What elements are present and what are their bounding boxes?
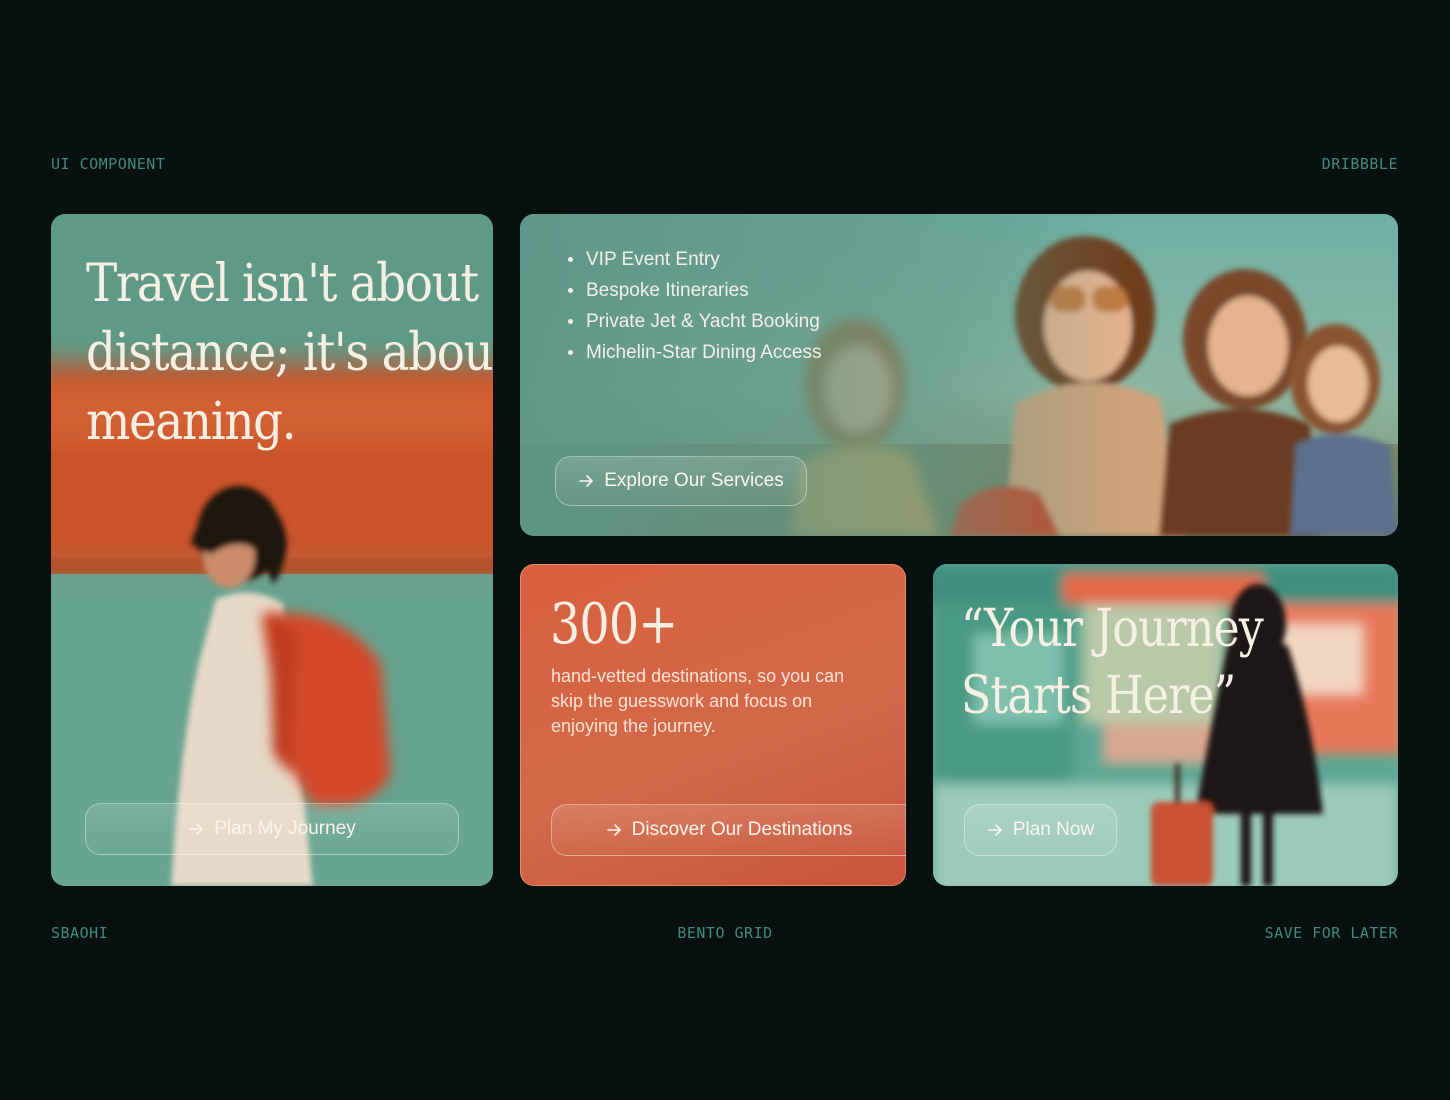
arrow-right-icon (579, 475, 594, 487)
list-item: Private Jet & Yacht Booking (566, 306, 821, 337)
discover-destinations-button[interactable]: Discover Our Destinations (551, 804, 906, 856)
services-card: VIP Event Entry Bespoke Itineraries Priv… (520, 214, 1398, 536)
label-bento-grid: BENTO GRID (0, 924, 1450, 942)
stats-description-line: skip the guesswork and focus on (551, 691, 813, 711)
stats-card: 300+ hand-vetted destinations, so you ca… (520, 564, 906, 886)
label-dribbble: DRIBBBLE (1321, 155, 1398, 173)
quote-line: distance; it's about (86, 323, 493, 383)
services-list: VIP Event Entry Bespoke Itineraries Priv… (566, 244, 821, 368)
label-ui-component: UI COMPONENT (51, 155, 166, 173)
list-item: VIP Event Entry (566, 244, 821, 275)
explore-services-label: Explore Our Services (604, 470, 784, 491)
journey-line: Starts Here” (961, 666, 1236, 726)
label-save-for-later: SAVE FOR LATER (1264, 924, 1398, 942)
journey-heading: “Your Journey Starts Here” (961, 596, 1264, 730)
label-author: SBAOHI (51, 924, 109, 942)
plan-my-journey-button[interactable]: Plan My Journey (85, 803, 459, 855)
stats-number: 300+ (550, 592, 678, 657)
label-bento-grid-text: BENTO GRID (677, 924, 773, 942)
quote-card: Travel isn't about distance; it's about … (51, 214, 493, 886)
plan-now-button[interactable]: Plan Now (964, 804, 1117, 856)
list-item: Michelin-Star Dining Access (566, 337, 821, 368)
stats-description-line: hand-vetted destinations, so you can (551, 666, 845, 686)
list-item: Bespoke Itineraries (566, 275, 821, 306)
explore-services-button[interactable]: Explore Our Services (555, 456, 807, 506)
journey-card: “Your Journey Starts Here” Plan Now (933, 564, 1398, 886)
stats-description-line: enjoying the journey. (551, 716, 716, 736)
plan-my-journey-label: Plan My Journey (214, 818, 356, 839)
stats-description: hand-vetted destinations, so you can ski… (551, 664, 844, 739)
plan-now-label: Plan Now (1012, 819, 1095, 840)
arrow-right-icon (606, 824, 621, 836)
quote-line: Travel isn't about (86, 254, 479, 314)
journey-line: “Your Journey (961, 599, 1264, 659)
quote-heading: Travel isn't about distance; it's about … (86, 250, 493, 457)
arrow-right-icon (189, 823, 204, 835)
discover-destinations-label: Discover Our Destinations (631, 819, 853, 840)
quote-line: meaning. (86, 392, 297, 452)
arrow-right-icon (988, 824, 1002, 836)
